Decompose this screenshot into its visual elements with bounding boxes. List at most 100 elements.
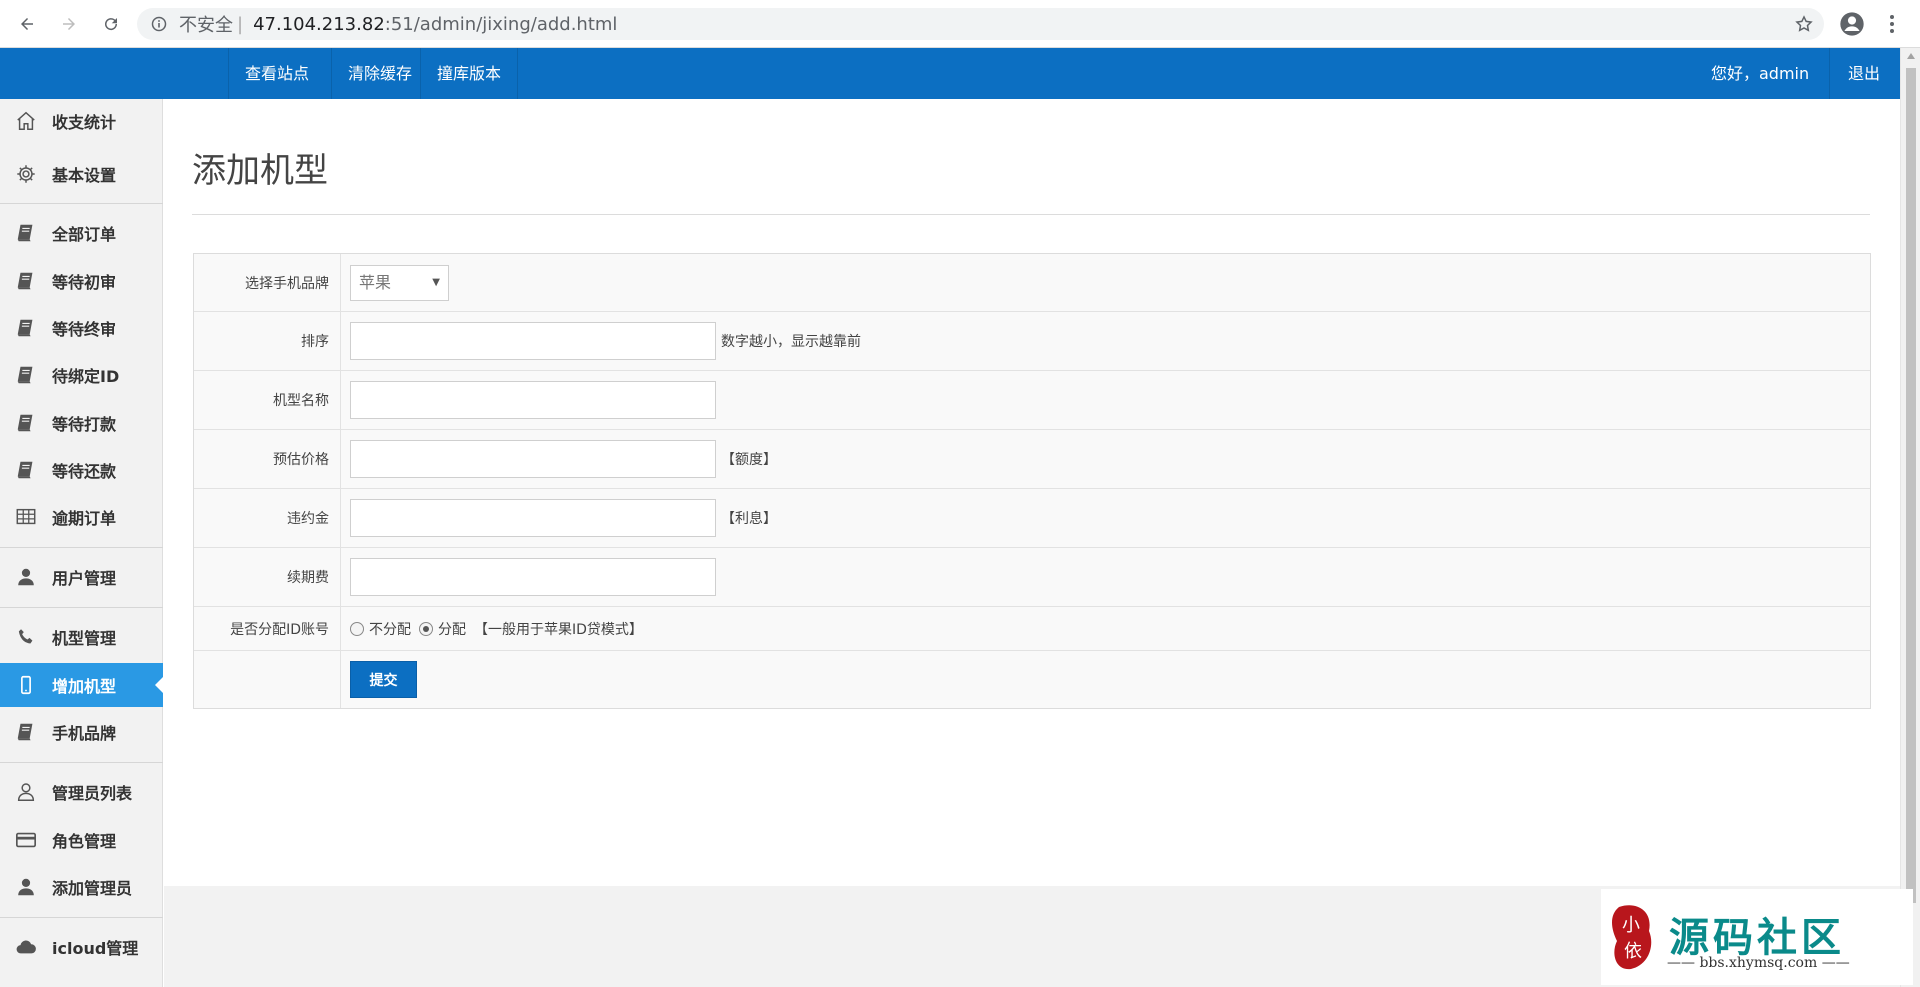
top-navbar: 查看站点 清除缓存 撞库版本 您好，admin 退出 bbox=[0, 48, 1900, 99]
info-icon[interactable] bbox=[151, 16, 167, 32]
sidebar-item-admin-list[interactable]: 管理员列表 bbox=[0, 770, 163, 814]
cloud-icon bbox=[14, 935, 38, 959]
crash-version-link[interactable]: 撞库版本 bbox=[420, 48, 519, 99]
sidebar-item-add-model[interactable]: 增加机型 bbox=[0, 663, 163, 707]
page-scrollbar[interactable] bbox=[1900, 48, 1920, 987]
view-site-link[interactable]: 查看站点 bbox=[228, 48, 325, 99]
sidebar-item-models[interactable]: 机型管理 bbox=[0, 615, 163, 659]
sidebar-item-label: 等待初审 bbox=[52, 273, 117, 292]
sidebar-item-settings[interactable]: 基本设置 bbox=[0, 152, 163, 196]
sidebar-item-label: 角色管理 bbox=[52, 832, 117, 851]
form-row-brand: 选择手机品牌 苹果 ▼ bbox=[194, 254, 1870, 312]
forward-button[interactable] bbox=[54, 9, 84, 39]
user-icon bbox=[14, 875, 38, 899]
sort-field-cell: 数字越小，显示越靠前 bbox=[341, 312, 1870, 370]
gear-icon bbox=[14, 162, 38, 186]
sidebar-divider bbox=[0, 762, 163, 763]
sidebar-item-label: icloud管理 bbox=[52, 939, 139, 958]
book-icon bbox=[14, 411, 38, 435]
sidebar-item-pending-repay[interactable]: 等待还款 bbox=[0, 448, 163, 492]
sidebar-item-icloud[interactable]: icloud管理 bbox=[0, 925, 163, 969]
renewal-input[interactable] bbox=[350, 558, 716, 596]
model-name-input[interactable] bbox=[350, 381, 716, 419]
sidebar-item-pending-payout[interactable]: 等待打款 bbox=[0, 401, 163, 445]
sort-input[interactable] bbox=[350, 322, 716, 360]
sidebar-item-overdue[interactable]: 逾期订单 bbox=[0, 495, 163, 539]
brand-field-cell: 苹果 ▼ bbox=[341, 254, 1870, 311]
renewal-label: 续期费 bbox=[194, 548, 341, 606]
sidebar-item-all-orders[interactable]: 全部订单 bbox=[0, 211, 163, 255]
assign-no-radio[interactable] bbox=[350, 621, 364, 636]
book-icon bbox=[14, 363, 38, 387]
sidebar-item-label: 机型管理 bbox=[52, 629, 117, 648]
svg-text:依: 依 bbox=[1624, 941, 1642, 962]
price-input[interactable] bbox=[350, 440, 716, 478]
submit-button[interactable]: 提交 bbox=[350, 661, 417, 698]
bookmark-star-icon[interactable] bbox=[1784, 8, 1824, 40]
price-label: 预估价格 bbox=[194, 430, 341, 488]
account-icon[interactable] bbox=[1838, 10, 1866, 38]
arrow-left-icon bbox=[21, 17, 33, 30]
scroll-thumb[interactable] bbox=[1906, 68, 1916, 903]
assign-yes-label[interactable]: 分配 bbox=[438, 619, 466, 639]
reload-button[interactable] bbox=[96, 9, 126, 39]
sidebar-item-pending-first[interactable]: 等待初审 bbox=[0, 259, 163, 303]
clear-cache-link[interactable]: 清除缓存 bbox=[331, 48, 428, 99]
form-row-renewal: 续期费 bbox=[194, 548, 1870, 607]
sidebar-item-brands[interactable]: 手机品牌 bbox=[0, 710, 163, 754]
brand-select[interactable]: 苹果 ▼ bbox=[350, 264, 449, 301]
arrow-right-icon bbox=[63, 17, 75, 30]
seal-logo-icon: 小依 小 依 bbox=[1612, 905, 1652, 970]
caret-down-icon: ▼ bbox=[432, 276, 440, 288]
assign-yes-radio[interactable] bbox=[419, 621, 433, 636]
submit-cell: 提交 bbox=[341, 651, 1870, 708]
sidebar-item-label: 增加机型 bbox=[52, 677, 117, 696]
sidebar-item-users[interactable]: 用户管理 bbox=[0, 555, 163, 599]
home-icon bbox=[14, 109, 38, 133]
title-divider bbox=[192, 214, 1870, 215]
form-row-sort: 排序 数字越小，显示越靠前 bbox=[194, 312, 1870, 371]
book-icon bbox=[14, 221, 38, 245]
sidebar-item-label: 等待终审 bbox=[52, 320, 117, 339]
penalty-hint: 【利息】 bbox=[721, 511, 777, 527]
penalty-field-cell: 【利息】 bbox=[341, 489, 1870, 547]
greeting-text: 您好，admin bbox=[1711, 64, 1810, 83]
sort-hint: 数字越小，显示越靠前 bbox=[721, 334, 861, 350]
sidebar-item-label: 管理员列表 bbox=[52, 784, 133, 803]
sidebar-item-label: 用户管理 bbox=[52, 569, 117, 588]
sidebar-item-label: 逾期订单 bbox=[52, 509, 117, 528]
sidebar: 收支统计 基本设置 全部订单 等待初审 等待终审 待绑定ID 等待打款 等待还款… bbox=[0, 99, 163, 987]
url-divider: | bbox=[237, 13, 244, 35]
assign-hint: 【一般用于苹果ID贷模式】 bbox=[474, 621, 643, 638]
form-row-assign-id: 是否分配ID账号 不分配 分配 【一般用于苹果ID贷模式】 bbox=[194, 607, 1870, 651]
model-name-label: 机型名称 bbox=[194, 371, 341, 429]
card-icon bbox=[14, 828, 38, 852]
more-menu-icon[interactable] bbox=[1882, 10, 1902, 38]
back-button[interactable] bbox=[12, 9, 42, 39]
sidebar-item-pending-final[interactable]: 等待终审 bbox=[0, 306, 163, 350]
scroll-up-arrow-icon[interactable] bbox=[1907, 53, 1915, 59]
browser-toolbar: 不安全 | 47.104.213.82:51/admin/jixing/add.… bbox=[0, 0, 1920, 48]
sidebar-item-add-admin[interactable]: 添加管理员 bbox=[0, 865, 163, 909]
user-outline-icon bbox=[14, 780, 38, 804]
sidebar-item-stats[interactable]: 收支统计 bbox=[0, 99, 163, 143]
penalty-input[interactable] bbox=[350, 499, 716, 537]
sort-label: 排序 bbox=[194, 312, 341, 370]
empty-label-cell bbox=[194, 651, 341, 708]
sidebar-divider bbox=[0, 203, 163, 204]
logout-link[interactable]: 退出 bbox=[1829, 48, 1898, 99]
sidebar-item-bind-id[interactable]: 待绑定ID bbox=[0, 353, 163, 397]
table-icon bbox=[14, 505, 38, 529]
user-icon bbox=[14, 565, 38, 589]
model-name-field-cell bbox=[341, 371, 1870, 429]
insecure-label: 不安全 bbox=[179, 15, 233, 36]
svg-text:小: 小 bbox=[1622, 915, 1640, 936]
sidebar-item-label: 收支统计 bbox=[52, 113, 117, 132]
book-icon bbox=[14, 316, 38, 340]
address-bar[interactable]: 不安全 | 47.104.213.82:51/admin/jixing/add.… bbox=[137, 8, 1824, 40]
page-title: 添加机型 bbox=[192, 151, 328, 191]
assign-no-label[interactable]: 不分配 bbox=[369, 619, 411, 639]
sidebar-item-label: 全部订单 bbox=[52, 225, 117, 244]
assign-id-field-cell: 不分配 分配 【一般用于苹果ID贷模式】 bbox=[341, 607, 1870, 650]
sidebar-item-roles[interactable]: 角色管理 bbox=[0, 818, 163, 862]
